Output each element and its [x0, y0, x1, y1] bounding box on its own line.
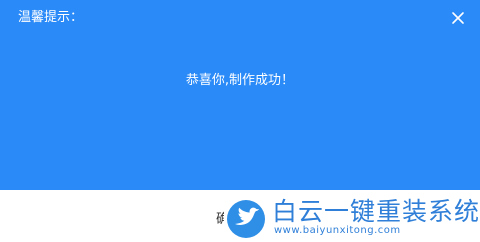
- bird-icon: [226, 199, 266, 239]
- dialog-message: 恭喜你,制作成功！: [185, 73, 295, 88]
- dialog-title: 温馨提示：: [18, 10, 84, 25]
- dialog-body: 温馨提示： 恭喜你,制作成功！: [0, 0, 480, 190]
- close-icon[interactable]: [450, 10, 466, 26]
- message-dialog: 温馨提示： 恭喜你,制作成功！ 确定 白云一键重装系统 www.baiyunxi…: [0, 0, 480, 242]
- watermark-overlay: 白云一键重装系统 www.baiyunxitong.com: [224, 197, 480, 242]
- watermark-url: www.baiyunxitong.com: [274, 225, 401, 236]
- watermark-brand: 白云一键重装系统: [272, 197, 480, 226]
